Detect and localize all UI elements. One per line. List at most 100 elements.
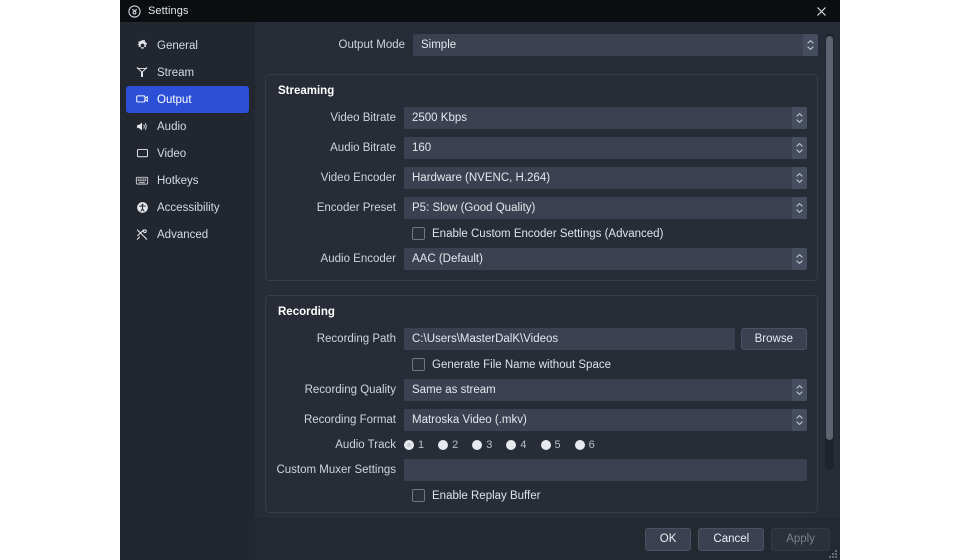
sidebar-item-advanced[interactable]: Advanced — [126, 221, 249, 248]
generate-filename-checkbox[interactable] — [412, 358, 425, 371]
chevron-updown-icon[interactable] — [803, 34, 818, 56]
radio-icon[interactable] — [404, 440, 414, 450]
audio-track-option-5[interactable]: 5 — [541, 439, 561, 451]
recording-group: Recording Recording Path C:\Users\Master… — [265, 295, 818, 513]
audio-track-option-label: 2 — [452, 439, 458, 451]
streaming-group-title: Streaming — [278, 85, 807, 97]
output-settings-scroll-area: Output Mode Simple Streaming — [255, 22, 840, 518]
audio-track-option-6[interactable]: 6 — [575, 439, 595, 451]
output-screen-icon — [135, 93, 149, 107]
sidebar-item-label: Output — [157, 94, 192, 106]
audio-track-option-label: 1 — [418, 439, 424, 451]
sidebar-item-accessibility[interactable]: Accessibility — [126, 194, 249, 221]
audio-track-option-label: 5 — [555, 439, 561, 451]
accessibility-icon — [135, 201, 149, 215]
chevron-updown-icon[interactable] — [792, 379, 807, 401]
encoder-preset-select[interactable]: P5: Slow (Good Quality) — [404, 197, 807, 219]
monitor-icon — [135, 147, 149, 161]
custom-encoder-settings-label: Enable Custom Encoder Settings (Advanced… — [432, 228, 663, 240]
vertical-scrollbar[interactable] — [825, 34, 834, 470]
video-encoder-label: Video Encoder — [276, 172, 404, 184]
resize-grip[interactable] — [827, 548, 837, 558]
custom-encoder-settings-checkbox[interactable] — [412, 227, 425, 240]
browse-button[interactable]: Browse — [741, 328, 807, 350]
video-bitrate-label: Video Bitrate — [276, 112, 404, 124]
sidebar-item-stream[interactable]: Stream — [126, 59, 249, 86]
generate-filename-row: Generate File Name without Space — [276, 358, 807, 371]
replay-buffer-row: Enable Replay Buffer — [276, 489, 807, 502]
chevron-updown-icon[interactable] — [792, 248, 807, 270]
audio-track-option-2[interactable]: 2 — [438, 439, 458, 451]
replay-buffer-checkbox[interactable] — [412, 489, 425, 502]
sidebar-item-output[interactable]: Output — [126, 86, 249, 113]
recording-group-title: Recording — [278, 306, 807, 318]
recording-format-row: Recording Format Matroska Video (.mkv) — [276, 409, 807, 431]
video-encoder-row: Video Encoder Hardware (NVENC, H.264) — [276, 167, 807, 189]
recording-path-label: Recording Path — [276, 333, 404, 345]
audio-track-row: Audio Track 1 2 — [276, 439, 807, 451]
sidebar-item-label: Accessibility — [157, 202, 220, 214]
sidebar-item-label: Video — [157, 148, 186, 160]
settings-content: Output Mode Simple Streaming — [255, 22, 840, 560]
video-bitrate-value: 2500 Kbps — [404, 112, 467, 124]
recording-quality-label: Recording Quality — [276, 384, 404, 396]
video-bitrate-input[interactable]: 2500 Kbps — [404, 107, 807, 129]
ok-button[interactable]: OK — [645, 528, 692, 551]
sidebar-item-audio[interactable]: Audio — [126, 113, 249, 140]
cancel-button[interactable]: Cancel — [698, 528, 764, 551]
recording-format-label: Recording Format — [276, 414, 404, 426]
audio-bitrate-select[interactable]: 160 — [404, 137, 807, 159]
recording-path-input[interactable]: C:\Users\MasterDalK\Videos — [404, 328, 735, 350]
audio-track-option-3[interactable]: 3 — [472, 439, 492, 451]
speaker-icon — [135, 120, 149, 134]
chevron-updown-icon[interactable] — [792, 167, 807, 189]
title-bar: Settings — [120, 0, 840, 22]
audio-encoder-row: Audio Encoder AAC (Default) — [276, 248, 807, 270]
radio-icon[interactable] — [541, 440, 551, 450]
dialog-footer: OK Cancel Apply — [255, 518, 840, 560]
recording-format-select[interactable]: Matroska Video (.mkv) — [404, 409, 807, 431]
encoder-preset-value: P5: Slow (Good Quality) — [404, 202, 535, 214]
audio-track-option-label: 3 — [486, 439, 492, 451]
sidebar-item-general[interactable]: General — [126, 32, 249, 59]
sidebar-item-hotkeys[interactable]: Hotkeys — [126, 167, 249, 194]
settings-window: Settings General — [120, 0, 840, 560]
recording-path-value: C:\Users\MasterDalK\Videos — [404, 333, 558, 345]
video-encoder-select[interactable]: Hardware (NVENC, H.264) — [404, 167, 807, 189]
chevron-updown-icon[interactable] — [792, 107, 807, 129]
audio-bitrate-label: Audio Bitrate — [276, 142, 404, 154]
audio-encoder-select[interactable]: AAC (Default) — [404, 248, 807, 270]
close-icon[interactable] — [802, 0, 840, 22]
audio-track-option-1[interactable]: 1 — [404, 439, 424, 451]
output-mode-select[interactable]: Simple — [413, 34, 818, 56]
recording-quality-select[interactable]: Same as stream — [404, 379, 807, 401]
encoder-preset-label: Encoder Preset — [276, 202, 404, 214]
broadcast-icon — [135, 66, 149, 80]
encoder-preset-row: Encoder Preset P5: Slow (Good Quality) — [276, 197, 807, 219]
radio-icon[interactable] — [575, 440, 585, 450]
settings-sidebar: General Stream — [120, 22, 255, 560]
radio-icon[interactable] — [438, 440, 448, 450]
audio-track-option-4[interactable]: 4 — [506, 439, 526, 451]
streaming-group: Streaming Video Bitrate 2500 Kbps — [265, 74, 818, 281]
custom-muxer-input[interactable] — [404, 459, 807, 481]
chevron-updown-icon[interactable] — [792, 197, 807, 219]
chevron-updown-icon[interactable] — [792, 137, 807, 159]
audio-bitrate-value: 160 — [404, 142, 431, 154]
apply-button[interactable]: Apply — [771, 528, 830, 551]
sidebar-item-video[interactable]: Video — [126, 140, 249, 167]
gear-icon — [135, 39, 149, 53]
recording-quality-row: Recording Quality Same as stream — [276, 379, 807, 401]
output-mode-row: Output Mode Simple — [265, 32, 818, 66]
audio-track-radio-group: 1 2 3 — [404, 439, 807, 451]
sidebar-item-label: General — [157, 40, 198, 52]
keyboard-icon — [135, 174, 149, 188]
window-title: Settings — [148, 5, 189, 17]
sidebar-item-label: Advanced — [157, 229, 208, 241]
output-mode-value: Simple — [413, 39, 456, 51]
radio-icon[interactable] — [506, 440, 516, 450]
radio-icon[interactable] — [472, 440, 482, 450]
sidebar-item-label: Stream — [157, 67, 194, 79]
chevron-updown-icon[interactable] — [792, 409, 807, 431]
scrollbar-thumb[interactable] — [826, 36, 833, 440]
